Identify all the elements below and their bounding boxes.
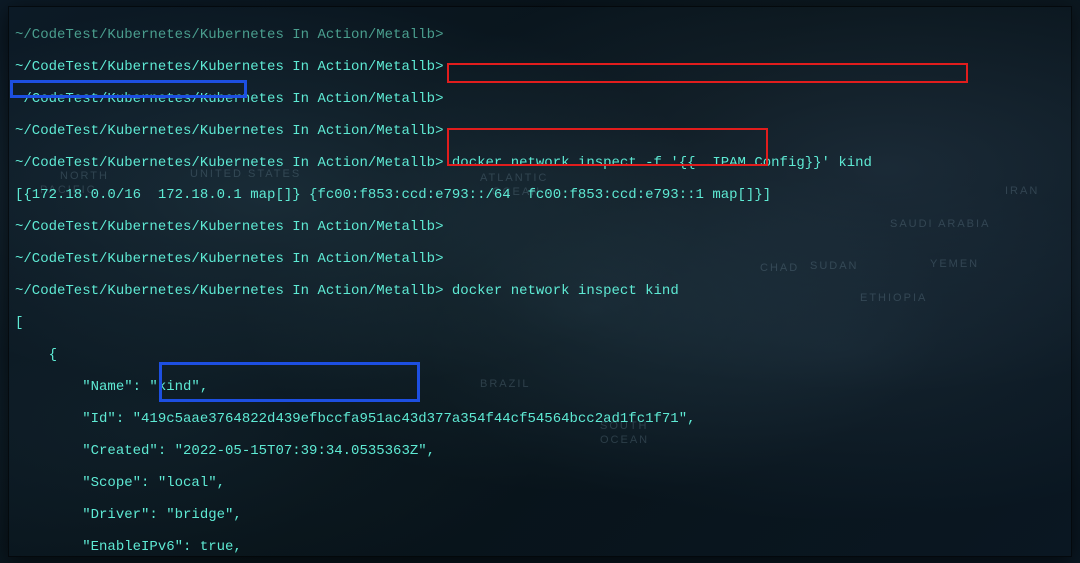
prompt-path: ~/CodeTest/Kubernetes/Kubernetes In Acti… [15,123,443,139]
json-driver: "Driver": "bridge", [15,507,1065,523]
prompt-path: ~/CodeTest/Kubernetes/Kubernetes In Acti… [15,219,443,235]
prompt-path: ~/CodeTest/Kubernetes/Kubernetes In Acti… [15,59,443,75]
json-created: "Created": "2022-05-15T07:39:34.0535363Z… [15,443,1065,459]
prompt-line: ~/CodeTest/Kubernetes/Kubernetes In Acti… [15,27,1065,43]
prompt-path: ~/CodeTest/Kubernetes/Kubernetes In Acti… [15,283,443,299]
json-name: "Name": "kind", [15,379,1065,395]
prompt-path: ~/CodeTest/Kubernetes/Kubernetes In Acti… [15,251,443,267]
output-ipam-config: [{172.18.0.0/16 172.18.0.1 map[]} {fc00:… [15,187,1065,203]
prompt-path: ~/CodeTest/Kubernetes/Kubernetes In Acti… [15,155,443,171]
json-scope: "Scope": "local", [15,475,1065,491]
json-enableipv6: "EnableIPv6": true, [15,539,1065,555]
json-id: "Id": "419c5aae3764822d439efbccfa951ac43… [15,411,1065,427]
json-brace-open: { [15,347,1065,363]
command-inspect-format: docker network inspect -f '{{ .IPAM.Conf… [452,155,872,171]
json-open-bracket: [ [15,315,1065,331]
terminal-window[interactable]: ~/CodeTest/Kubernetes/Kubernetes In Acti… [8,6,1072,557]
prompt-path: ~/CodeTest/Kubernetes/Kubernetes In Acti… [15,91,443,107]
command-inspect-plain: docker network inspect kind [452,283,679,299]
